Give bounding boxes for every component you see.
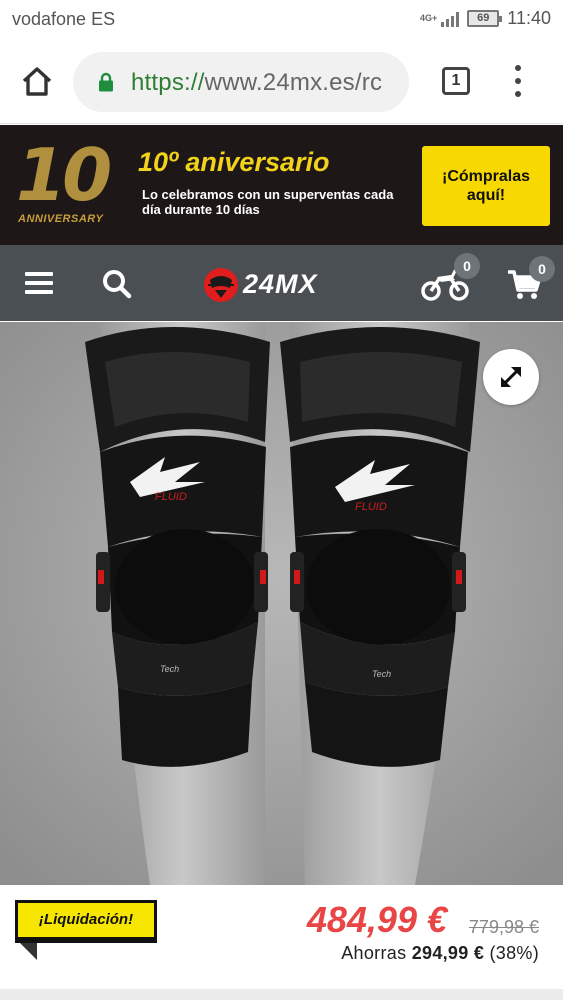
anniversary-logo: 10 ANNIVERSARY bbox=[12, 133, 116, 231]
battery-icon: 69 bbox=[467, 10, 503, 27]
search-icon[interactable] bbox=[102, 269, 132, 299]
url-scheme: https:// bbox=[131, 69, 205, 96]
original-price: 779,98 € bbox=[468, 917, 539, 937]
savings-percent: (38%) bbox=[489, 943, 539, 963]
clock: 11:40 bbox=[507, 8, 551, 28]
anniversary-promo-banner[interactable]: 10 ANNIVERSARY 10º aniversario Lo celebr… bbox=[0, 125, 563, 245]
overflow-menu-icon[interactable] bbox=[510, 65, 526, 97]
promo-title: 10º aniversario bbox=[138, 147, 330, 177]
signal-icon bbox=[441, 11, 460, 27]
battery-level: 69 bbox=[477, 12, 490, 24]
current-price: 484,99 € bbox=[306, 899, 447, 940]
clearance-tag: ¡Liquidación! bbox=[15, 900, 157, 962]
browser-toolbar: https://www.24mx.es/rс 1 bbox=[0, 40, 563, 124]
menu-icon[interactable] bbox=[25, 272, 53, 294]
garage-count-badge: 0 bbox=[454, 253, 480, 279]
savings-text: Ahorras 294,99 € (38%) bbox=[341, 943, 539, 964]
expand-icon bbox=[501, 367, 521, 387]
helmet-logo-icon bbox=[204, 268, 238, 302]
left-brace-brand-print: FLUID bbox=[155, 491, 187, 503]
price-section: ¡Liquidación! 484,99 € 779,98 € Ahorras … bbox=[0, 885, 563, 989]
cart-button[interactable]: 0 bbox=[507, 256, 555, 301]
status-icons: 4G+ 69 11:40 bbox=[420, 8, 551, 29]
left-brace-tech-print: Tech bbox=[160, 664, 179, 674]
site-logo[interactable]: 24MX bbox=[203, 266, 363, 304]
right-brace-brand-print: FLUID bbox=[355, 501, 387, 513]
garage-button[interactable]: 0 bbox=[421, 253, 480, 301]
promo-subtitle: Lo celebramos con un superventas cada dí… bbox=[142, 187, 394, 217]
url-bar[interactable]: https://www.24mx.es/rс bbox=[73, 52, 409, 112]
url-host: www.24mx.es/rс bbox=[204, 69, 383, 96]
savings-amount: 294,99 € bbox=[411, 943, 485, 963]
clearance-label: ¡Liquidación! bbox=[15, 900, 157, 940]
network-type-label: 4G+ bbox=[420, 13, 438, 23]
home-icon[interactable] bbox=[20, 64, 54, 98]
carrier-name: vodafone ES bbox=[12, 9, 116, 29]
lock-icon bbox=[99, 72, 113, 92]
tag-fold bbox=[15, 938, 37, 960]
fullscreen-button[interactable] bbox=[483, 349, 539, 405]
promo-cta-button[interactable]: ¡Cómpralas aquí! bbox=[422, 146, 550, 226]
site-header: 24MX 0 0 bbox=[0, 245, 563, 321]
product-image[interactable]: FLUID Tech FLUID Tech bbox=[0, 322, 563, 885]
anniversary-logo-number: 10 bbox=[16, 133, 112, 217]
status-bar: vodafone ES 4G+ 69 11:40 bbox=[0, 0, 563, 40]
page-bottom-strip bbox=[0, 989, 563, 1000]
cart-count-badge: 0 bbox=[529, 256, 555, 282]
knee-brace-photo: FLUID Tech FLUID Tech bbox=[0, 322, 563, 885]
tab-switcher-button[interactable]: 1 bbox=[442, 67, 470, 95]
logo-text: 24MX bbox=[243, 269, 318, 299]
savings-prefix: Ahorras bbox=[341, 943, 407, 963]
anniversary-logo-caption: ANNIVERSARY bbox=[18, 213, 104, 225]
right-brace-tech-print: Tech bbox=[372, 669, 391, 679]
url-text: https://www.24mx.es/rс bbox=[131, 69, 382, 97]
